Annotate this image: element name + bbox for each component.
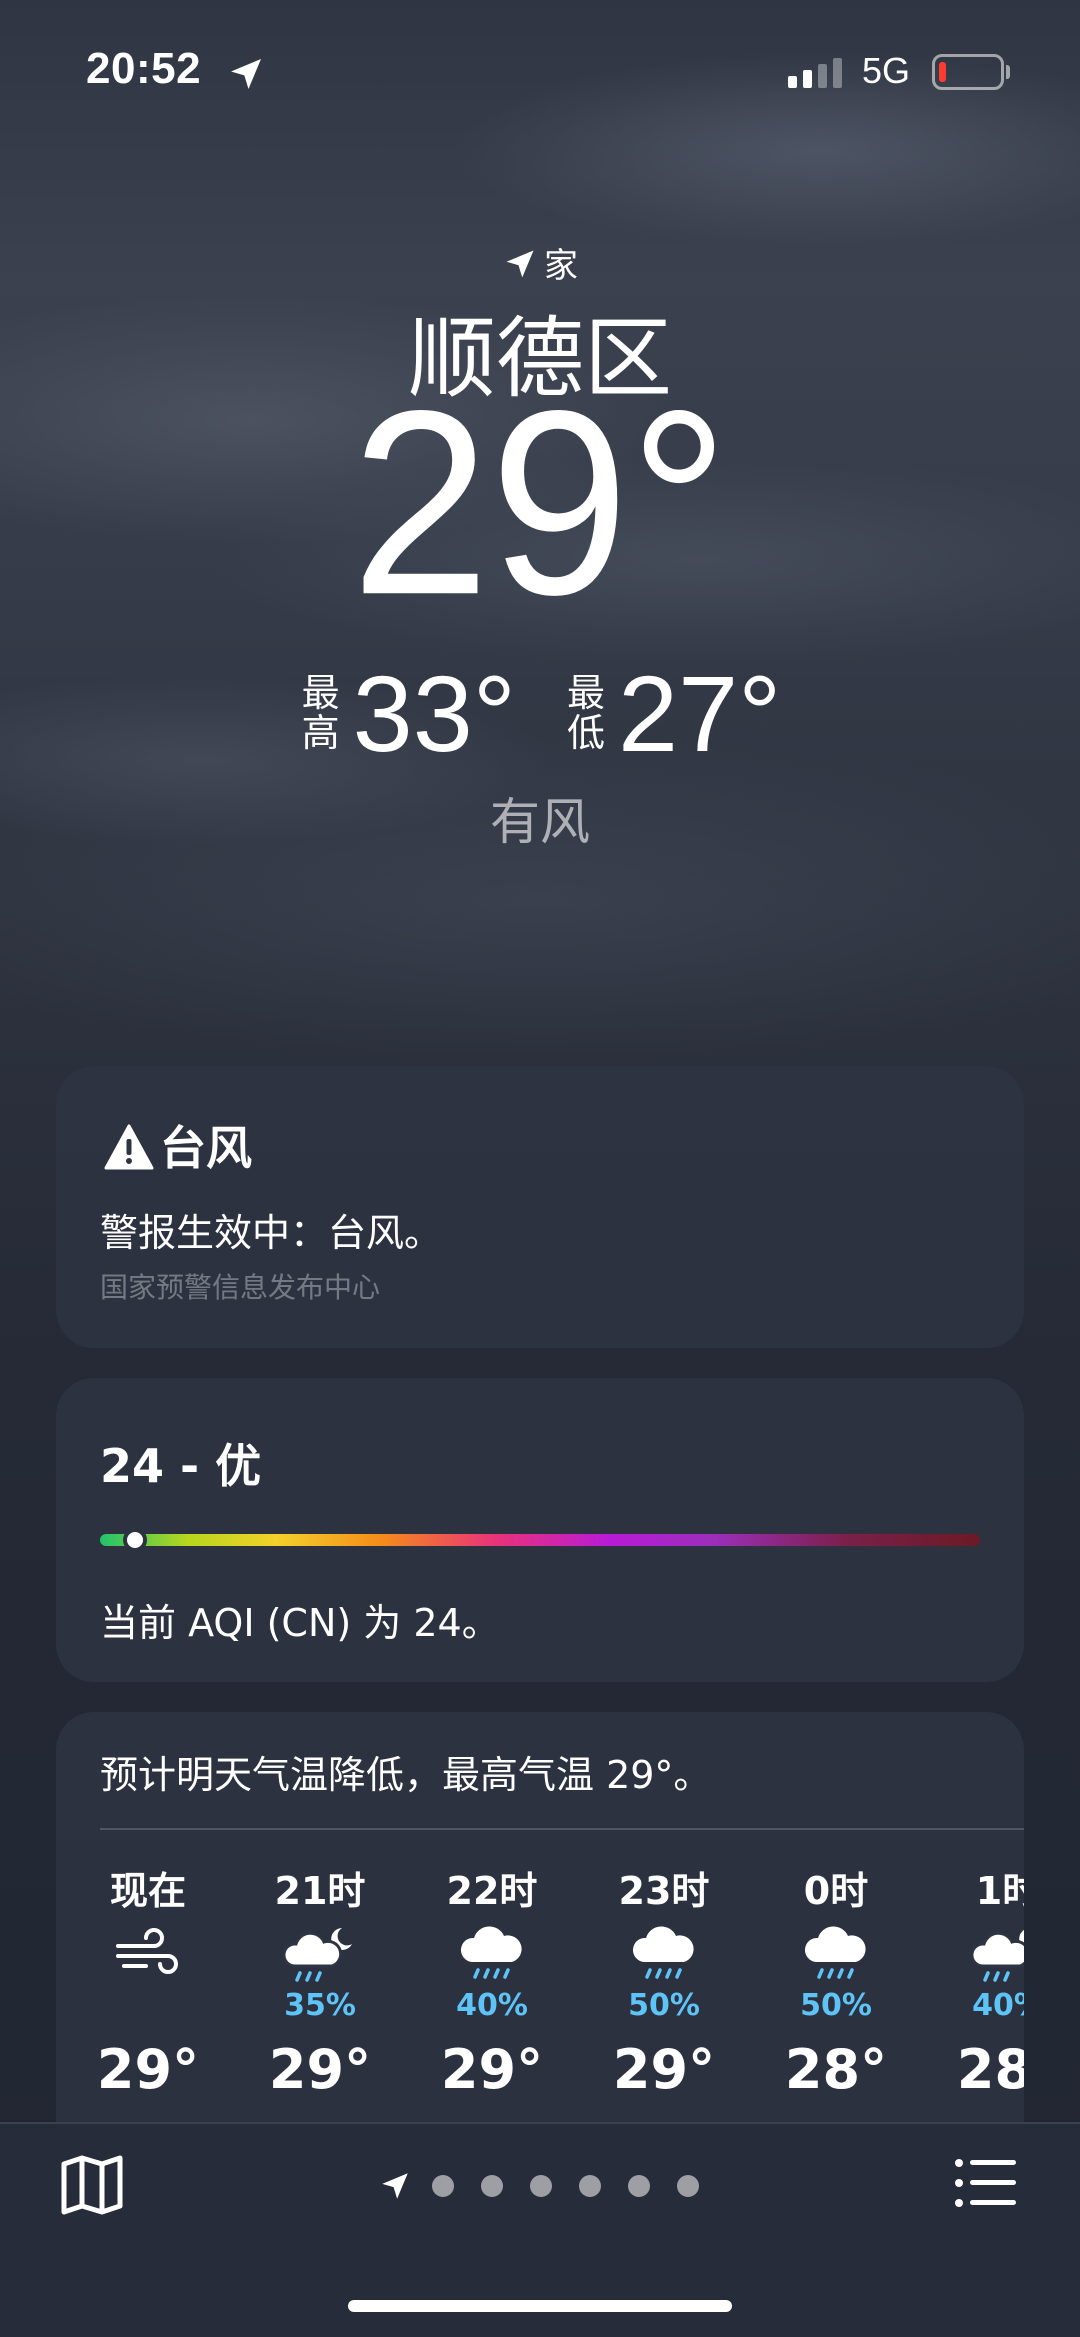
status-bar: 20:52 5G [0, 44, 1080, 100]
high-label: 最高 [301, 671, 340, 755]
condition-text: 有风 [490, 793, 590, 851]
hour-temperature: 28° [956, 2038, 1024, 2101]
location-arrow-icon [506, 250, 534, 278]
precipitation-chance: 40% [972, 1988, 1024, 2023]
status-time: 20:52 [86, 44, 202, 93]
battery-icon [932, 54, 1004, 90]
cloud-moon-rain-icon [948, 1922, 1024, 1988]
location-arrow-icon [231, 59, 261, 89]
page-dot[interactable] [481, 2175, 503, 2197]
hour-temperature: 29° [96, 2038, 200, 2101]
hour-temperature: 29° [612, 2038, 716, 2101]
hour-label: 21时 [274, 1869, 366, 1913]
page-dot[interactable] [628, 2175, 650, 2197]
high-low: 最高 33° 最低 27° [0, 660, 1080, 768]
page-dot[interactable] [530, 2175, 552, 2197]
location-label: 家 [0, 238, 1080, 287]
divider [100, 1828, 1024, 1830]
alert-body: 警报生效中：台风。 [100, 1211, 443, 1255]
hourly-item: 0时 50% 28° [776, 1860, 896, 2101]
network-type: 5G [862, 50, 911, 91]
alert-title: 台风 [104, 1112, 252, 1178]
hour-label: 现在 [109, 1869, 186, 1913]
hourly-item: 23时 50% 29° [604, 1860, 724, 2101]
alert-source: 国家预警信息发布中心 [100, 1271, 381, 1304]
aqi-description: 当前 AQI (CN) 为 24。 [100, 1601, 500, 1645]
aqi-title: 24 - 优 [100, 1439, 262, 1493]
low-temperature: 27° [618, 653, 782, 774]
cellular-signal-icon [788, 58, 842, 88]
hour-temperature: 28° [784, 2038, 888, 2101]
hourly-item: 22时 40% 29° [432, 1860, 552, 2101]
warning-triangle-icon [104, 1124, 154, 1170]
hourly-item: 现在 29° [88, 1860, 208, 2101]
severe-weather-alert-card[interactable]: 台风 警报生效中：台风。 国家预警信息发布中心 [56, 1066, 1024, 1348]
precipitation-chance: 50% [628, 1988, 700, 2023]
hourly-item: 1时 40% 28° [948, 1860, 1024, 2101]
hour-label: 1时 [975, 1869, 1024, 1913]
hour-label: 23时 [618, 1869, 710, 1913]
location-label-text: 家 [544, 246, 578, 286]
current-location-page-icon[interactable] [378, 2169, 412, 2203]
alert-title-text: 台风 [160, 1121, 252, 1175]
hour-label: 22时 [446, 1869, 538, 1913]
cloud-rain-icon [432, 1922, 552, 1988]
precipitation-chance: 50% [800, 1988, 872, 2023]
high-temperature: 33° [352, 653, 516, 774]
page-dot[interactable] [432, 2175, 454, 2197]
cloud-rain-icon [604, 1922, 724, 1988]
page-dots [432, 2175, 726, 2197]
battery-tip [1006, 65, 1010, 79]
page-dot[interactable] [579, 2175, 601, 2197]
map-icon[interactable] [60, 2154, 124, 2216]
cloud-rain-icon [776, 1922, 896, 1988]
hour-temperature: 29° [440, 2038, 544, 2101]
page-dot[interactable] [677, 2175, 699, 2197]
hour-temperature: 29° [268, 2038, 372, 2101]
page-indicator[interactable] [378, 2166, 726, 2206]
air-quality-card[interactable]: 24 - 优 当前 AQI (CN) 为 24。 [56, 1378, 1024, 1682]
home-indicator [348, 2300, 732, 2312]
aqi-indicator [123, 1528, 148, 1552]
current-temperature: 29° [350, 356, 730, 649]
hourly-forecast-card[interactable]: 预计明天气温降低，最高气温 29°。 现在 29° 21时 35% 29° 22时 40% 2… [56, 1712, 1024, 2142]
aqi-scale-bar [100, 1534, 980, 1546]
precipitation-chance: 40% [456, 1988, 528, 2023]
hour-label: 0时 [803, 1869, 869, 1913]
list-icon[interactable] [954, 2158, 1018, 2208]
precipitation-chance: 35% [284, 1988, 356, 2023]
forecast-summary: 预计明天气温降低，最高气温 29°。 [100, 1753, 712, 1797]
wind-icon [88, 1922, 208, 1988]
precipitation-chance [88, 1988, 208, 2028]
hourly-item: 21时 35% 29° [260, 1860, 380, 2101]
low-label: 最低 [566, 671, 605, 755]
cloud-moon-rain-icon [260, 1922, 380, 1988]
